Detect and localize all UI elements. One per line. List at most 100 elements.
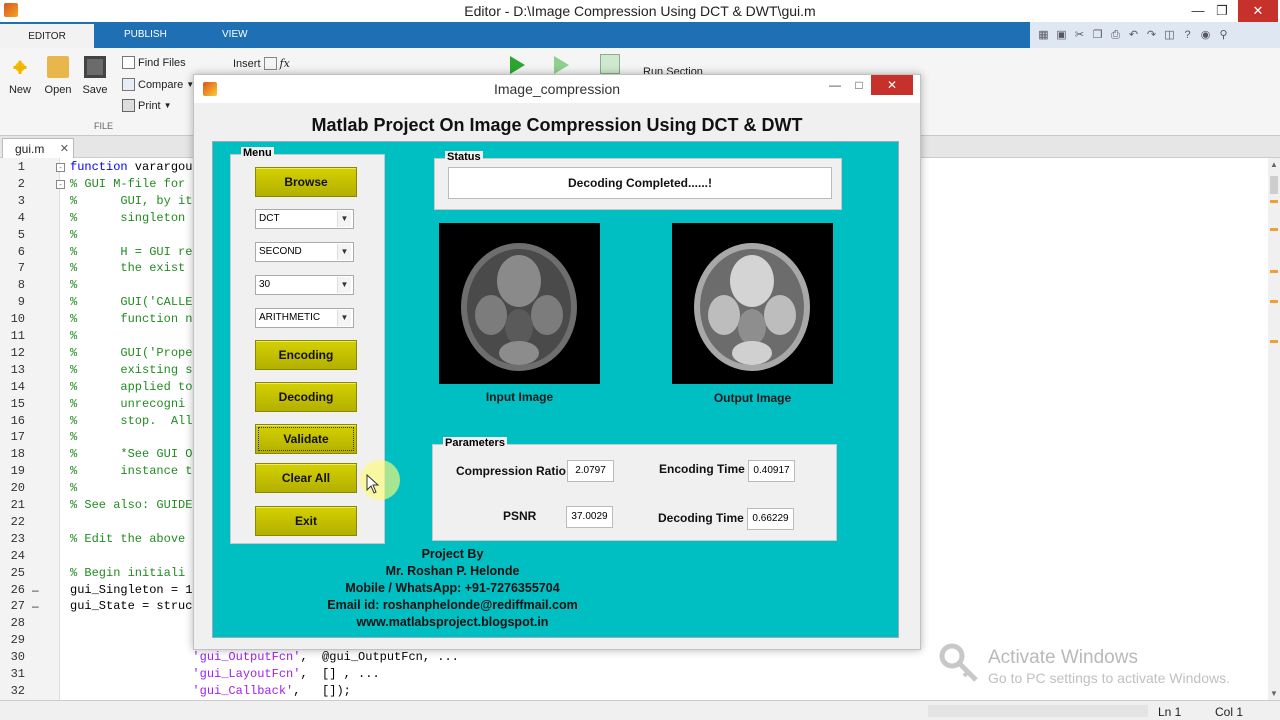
- code-line[interactable]: % GUI('CALLE: [70, 295, 192, 309]
- code-line[interactable]: 'gui_OutputFcn', @gui_OutputFcn, ...: [70, 650, 458, 664]
- help-icon[interactable]: ?: [1180, 28, 1195, 43]
- fold-toggle-icon[interactable]: -: [56, 163, 65, 172]
- coding-select[interactable]: ARITHMETIC ▼: [255, 308, 354, 328]
- quick-access-toolbar: ▦ ▣ ✂ ❐ ⎙ ↶ ↷ ◫ ? ◉ ⚲: [1030, 22, 1280, 48]
- restore-icon[interactable]: ❐: [1206, 0, 1238, 22]
- quality-select[interactable]: 30 ▼: [255, 275, 354, 295]
- code-line[interactable]: % the exist: [70, 261, 185, 275]
- encoding-time-label: Encoding Time: [659, 462, 745, 476]
- browse-button[interactable]: Browse: [255, 167, 357, 197]
- clear-all-button[interactable]: Clear All: [255, 463, 357, 493]
- breakpoint-marker[interactable]: –: [32, 599, 39, 613]
- tab-publish[interactable]: PUBLISH: [110, 22, 181, 48]
- code-line[interactable]: %: [70, 278, 77, 292]
- transform-select[interactable]: DCT ▼: [255, 209, 354, 229]
- code-line[interactable]: % applied to: [70, 380, 192, 394]
- close-tab-icon[interactable]: ✕: [60, 142, 69, 155]
- switch-windows-icon[interactable]: ◫: [1162, 28, 1177, 43]
- code-analyzer-marker[interactable]: [1270, 300, 1278, 303]
- scroll-down-icon[interactable]: ▼: [1270, 689, 1278, 698]
- undo-icon[interactable]: ↶: [1126, 28, 1141, 43]
- find-files-icon: [122, 56, 135, 69]
- level-select[interactable]: SECOND ▼: [255, 242, 354, 262]
- run-icon[interactable]: [510, 56, 525, 74]
- validate-button[interactable]: Validate: [255, 424, 357, 454]
- scroll-up-icon[interactable]: ▲: [1270, 160, 1278, 169]
- breakpoint-marker[interactable]: –: [32, 583, 39, 597]
- editor-vertical-scrollbar[interactable]: ▲ ▼: [1268, 158, 1280, 700]
- code-line[interactable]: 'gui_LayoutFcn', [] , ...: [70, 667, 379, 681]
- code-line[interactable]: % singleton: [70, 211, 185, 225]
- paste-icon[interactable]: ⎙: [1108, 28, 1123, 43]
- code-line[interactable]: %: [70, 481, 77, 495]
- print-button[interactable]: Print ▼: [122, 99, 172, 112]
- cut-icon[interactable]: ✂: [1072, 28, 1087, 43]
- code-line[interactable]: % instance t: [70, 464, 192, 478]
- code-line[interactable]: % See also: GUIDE: [70, 498, 192, 512]
- code-line[interactable]: % existing s: [70, 363, 192, 377]
- psnr-field[interactable]: 37.0029: [566, 506, 613, 528]
- editor-status-bar: Ln 1 Col 1: [0, 700, 1280, 720]
- open-button[interactable]: Open: [40, 54, 76, 96]
- credit-line: Project By: [421, 547, 484, 561]
- code-line[interactable]: % unrecogni: [70, 397, 185, 411]
- print-dropdown-icon[interactable]: ▼: [164, 101, 172, 110]
- parameters-panel-title: Parameters: [443, 437, 507, 449]
- code-line[interactable]: %: [70, 228, 77, 242]
- run-and-advance-icon[interactable]: [554, 56, 569, 74]
- copy-icon[interactable]: ❐: [1090, 28, 1105, 43]
- chevron-down-icon[interactable]: ▼: [337, 310, 351, 326]
- code-line[interactable]: % GUI M-file for: [70, 177, 185, 191]
- run-and-time-icon[interactable]: [600, 54, 620, 74]
- layout-icon[interactable]: ▦: [1036, 28, 1051, 43]
- save-button[interactable]: Save: [77, 54, 113, 96]
- code-line[interactable]: % stop. All: [70, 414, 192, 428]
- community-icon[interactable]: ◉: [1198, 28, 1213, 43]
- save-icon[interactable]: ▣: [1054, 28, 1069, 43]
- code-analyzer-marker[interactable]: [1270, 340, 1278, 343]
- decoding-button[interactable]: Decoding: [255, 382, 357, 412]
- fold-toggle-icon[interactable]: -: [56, 179, 65, 189]
- new-button[interactable]: + New: [2, 54, 38, 96]
- code-analyzer-marker[interactable]: [1270, 200, 1278, 203]
- find-files-button[interactable]: Find Files: [122, 56, 186, 69]
- code-line[interactable]: % *See GUI O: [70, 447, 192, 461]
- line-number: 6: [17, 244, 25, 259]
- chevron-down-icon[interactable]: ▼: [337, 211, 351, 227]
- chevron-down-icon[interactable]: ▼: [337, 244, 351, 260]
- close-icon[interactable]: ✕: [1238, 0, 1278, 22]
- encoding-time-field[interactable]: 0.40917: [748, 460, 795, 482]
- code-line[interactable]: %: [70, 329, 77, 343]
- code-line[interactable]: %: [70, 430, 77, 444]
- code-analyzer-marker[interactable]: [1270, 228, 1278, 231]
- code-line[interactable]: 'gui_Callback', []);: [70, 684, 350, 698]
- tab-editor[interactable]: EDITOR: [0, 22, 94, 48]
- search-documentation-icon[interactable]: ⚲: [1216, 28, 1231, 43]
- line-number: 15: [10, 396, 25, 411]
- code-analyzer-marker[interactable]: [1270, 270, 1278, 273]
- tab-view[interactable]: VIEW: [208, 22, 262, 48]
- line-number: 26: [10, 582, 25, 597]
- code-line[interactable]: % GUI, by it: [70, 194, 192, 208]
- doc-tab-gui-m[interactable]: gui.m ✕: [2, 138, 74, 158]
- code-line[interactable]: % function n: [70, 312, 192, 326]
- redo-icon[interactable]: ↷: [1144, 28, 1159, 43]
- compare-button[interactable]: Compare ▼: [122, 78, 194, 91]
- code-line[interactable]: % H = GUI re: [70, 245, 192, 259]
- figure-maximize-icon[interactable]: □: [848, 75, 870, 95]
- compression-ratio-field[interactable]: 2.0797: [567, 460, 614, 482]
- decoding-time-field[interactable]: 0.66229: [747, 508, 794, 530]
- figure-content: Matlab Project On Image Compression Usin…: [201, 105, 913, 645]
- line-number: 4: [17, 210, 25, 225]
- exit-button[interactable]: Exit: [255, 506, 357, 536]
- chevron-down-icon[interactable]: ▼: [337, 277, 351, 293]
- code-line[interactable]: % Edit the above: [70, 532, 185, 546]
- figure-minimize-icon[interactable]: —: [824, 75, 846, 95]
- code-line[interactable]: function varargou: [70, 160, 192, 174]
- encoding-button[interactable]: Encoding: [255, 340, 357, 370]
- activation-watermark: Activate Windows Go to PC settings to ac…: [938, 638, 1238, 694]
- scroll-thumb[interactable]: [1270, 176, 1278, 194]
- code-line[interactable]: % GUI('Prope: [70, 346, 192, 360]
- figure-close-icon[interactable]: ✕: [871, 75, 913, 95]
- insert-button[interactable]: Insert fx: [233, 57, 290, 70]
